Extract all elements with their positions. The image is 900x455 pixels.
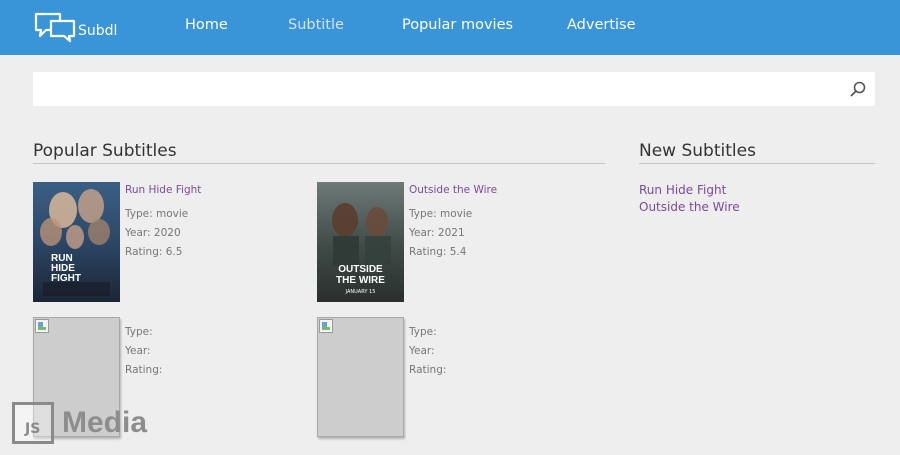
new-subtitle-link[interactable]: Run Hide Fight (639, 183, 726, 197)
poster-title-art: OUTSIDE THE WIRE (336, 264, 385, 286)
item-type: Type: (125, 326, 153, 338)
top-navbar: Subdl Home Subtitle Popular movies Adver… (0, 0, 900, 55)
item-rating: Rating: 5.4 (409, 246, 467, 258)
item-year: Year: (409, 345, 435, 357)
item-title-link[interactable]: Run Hide Fight (125, 184, 201, 196)
nav-subtitle[interactable]: Subtitle (288, 17, 344, 33)
nav-advertise[interactable]: Advertise (567, 17, 636, 33)
broken-image-icon (35, 319, 49, 333)
poster-run-hide-fight[interactable]: RUN HIDE FIGHT (33, 182, 120, 302)
watermark: JS Media (12, 402, 147, 444)
brand-name: Subdl (78, 23, 118, 39)
broken-image-icon (319, 319, 333, 333)
watermark-logo-icon: JS (12, 402, 54, 444)
item-type: Type: movie (409, 208, 473, 220)
item-year: Year: 2021 (409, 227, 465, 239)
popular-divider (33, 163, 605, 164)
nav-popular-movies[interactable]: Popular movies (402, 17, 513, 33)
item-title-link[interactable]: Outside the Wire (409, 184, 497, 196)
site-logo[interactable]: Subdl (34, 10, 117, 44)
poster-title-art: RUN HIDE FIGHT (51, 253, 81, 284)
item-year: Year: 2020 (125, 227, 181, 239)
item-type: Type: movie (125, 208, 189, 220)
item-rating: Rating: 6.5 (125, 246, 183, 258)
item-rating: Rating: (409, 364, 447, 376)
nav-home[interactable]: Home (185, 17, 228, 33)
item-type: Type: (409, 326, 437, 338)
new-subtitles-heading: New Subtitles (639, 141, 756, 161)
poster-release-date: JANUARY 15 (345, 289, 376, 295)
item-year: Year: (125, 345, 151, 357)
popular-subtitles-heading: Popular Subtitles (33, 141, 177, 161)
search-icon[interactable] (849, 80, 867, 98)
poster-outside-the-wire[interactable]: OUTSIDE THE WIRE JANUARY 15 (317, 182, 404, 302)
watermark-text: Media (62, 406, 148, 439)
search-input[interactable] (33, 72, 875, 106)
item-rating: Rating: (125, 364, 163, 376)
subtitle-bubble-icon (34, 12, 76, 43)
new-subtitle-link[interactable]: Outside the Wire (639, 200, 740, 214)
new-divider (639, 163, 875, 164)
watermark-logo-text: JS (25, 421, 41, 437)
poster-placeholder[interactable] (317, 317, 404, 437)
